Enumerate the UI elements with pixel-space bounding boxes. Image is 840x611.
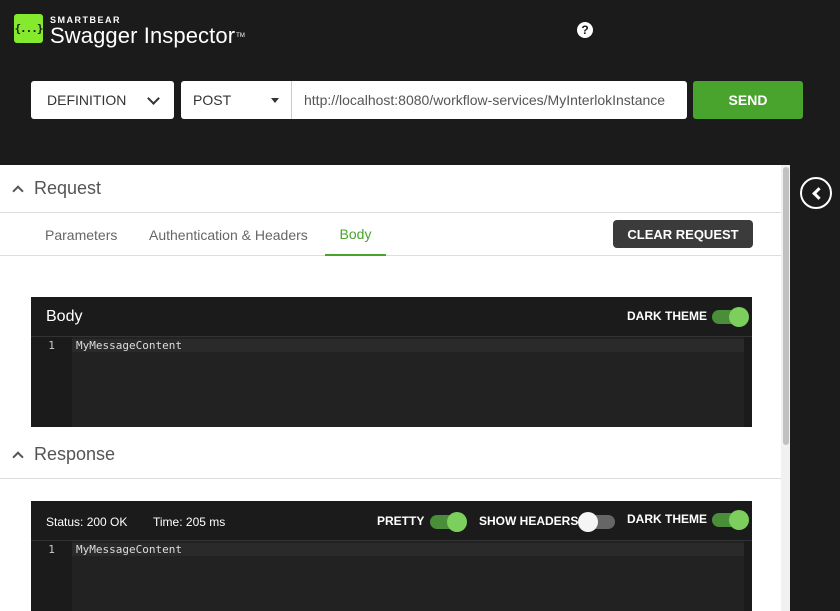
dark-theme-toggle[interactable] bbox=[712, 307, 749, 327]
definition-label: DEFINITION bbox=[47, 92, 127, 108]
chevron-up-icon bbox=[12, 451, 24, 463]
dark-theme-toggle[interactable] bbox=[712, 510, 749, 530]
tab-authentication-headers[interactable]: Authentication & Headers bbox=[149, 214, 308, 256]
response-section-header[interactable]: Response bbox=[0, 431, 781, 479]
response-section-title: Response bbox=[34, 444, 116, 464]
request-section-header[interactable]: Request bbox=[0, 165, 781, 213]
line-number: 1 bbox=[48, 543, 55, 556]
toggle-knob bbox=[447, 512, 467, 532]
right-rail bbox=[790, 165, 840, 611]
request-section-title: Request bbox=[34, 178, 102, 198]
tab-body[interactable]: Body bbox=[325, 214, 386, 256]
app-header: {...} SMARTBEAR Swagger InspectorTM ? DE… bbox=[0, 0, 840, 165]
toggle-knob bbox=[578, 512, 598, 532]
trademark: TM bbox=[236, 33, 246, 39]
caret-down-icon bbox=[271, 98, 279, 103]
logo-text: SMARTBEAR Swagger InspectorTM bbox=[50, 14, 245, 47]
response-panel: Status: 200 OK Time: 205 ms PRETTY SHOW … bbox=[31, 501, 752, 611]
expand-panel-button[interactable] bbox=[800, 177, 832, 209]
response-time: Time: 205 ms bbox=[153, 515, 226, 529]
body-panel-title: Body bbox=[46, 307, 83, 325]
line-number-gutter: 1 bbox=[31, 541, 72, 611]
code-line: MyMessageContent bbox=[72, 339, 744, 352]
definition-dropdown[interactable]: DEFINITION bbox=[31, 81, 174, 119]
dark-theme-label: DARK THEME bbox=[627, 309, 707, 323]
response-status: Status: 200 OK bbox=[46, 515, 128, 529]
http-method-select[interactable]: POST bbox=[181, 81, 292, 119]
toggle-knob bbox=[729, 510, 749, 530]
chevron-up-icon bbox=[12, 185, 24, 197]
response-toolbar: Status: 200 OK Time: 205 ms PRETTY SHOW … bbox=[31, 501, 752, 541]
scrollbar-thumb[interactable] bbox=[783, 167, 789, 445]
line-number: 1 bbox=[48, 339, 55, 352]
request-body-toolbar: Body DARK THEME bbox=[31, 297, 752, 337]
request-url-group: POST bbox=[181, 81, 687, 119]
code-area[interactable]: MyMessageContent bbox=[72, 337, 744, 427]
pretty-toggle[interactable] bbox=[430, 512, 467, 532]
response-body-editor[interactable]: 1 MyMessageContent bbox=[31, 541, 752, 611]
swagger-logo-icon: {...} bbox=[14, 14, 44, 43]
show-headers-toggle[interactable] bbox=[578, 512, 615, 532]
help-icon[interactable]: ? bbox=[577, 22, 593, 38]
brand-title: Swagger InspectorTM bbox=[50, 25, 245, 47]
swagger-inspector-logo[interactable]: {...} SMARTBEAR Swagger InspectorTM bbox=[14, 14, 245, 47]
request-body-editor[interactable]: 1 MyMessageContent bbox=[31, 337, 752, 427]
dark-theme-label: DARK THEME bbox=[627, 512, 707, 526]
line-number-gutter: 1 bbox=[31, 337, 72, 427]
brand-title-text: Swagger Inspector bbox=[50, 23, 236, 48]
clear-request-button[interactable]: CLEAR REQUEST bbox=[613, 220, 753, 248]
toggle-knob bbox=[729, 307, 749, 327]
show-headers-label: SHOW HEADERS bbox=[479, 514, 579, 528]
url-input[interactable] bbox=[292, 81, 687, 119]
chevron-left-icon bbox=[811, 186, 825, 200]
code-line: MyMessageContent bbox=[72, 543, 744, 556]
code-area[interactable]: MyMessageContent bbox=[72, 541, 744, 611]
request-body-panel: Body DARK THEME 1 MyMessageContent bbox=[31, 297, 752, 427]
pretty-label: PRETTY bbox=[377, 514, 425, 528]
http-method-value: POST bbox=[193, 92, 232, 108]
tab-parameters[interactable]: Parameters bbox=[45, 214, 117, 256]
chevron-down-icon bbox=[147, 92, 160, 105]
send-button[interactable]: SEND bbox=[693, 81, 803, 119]
